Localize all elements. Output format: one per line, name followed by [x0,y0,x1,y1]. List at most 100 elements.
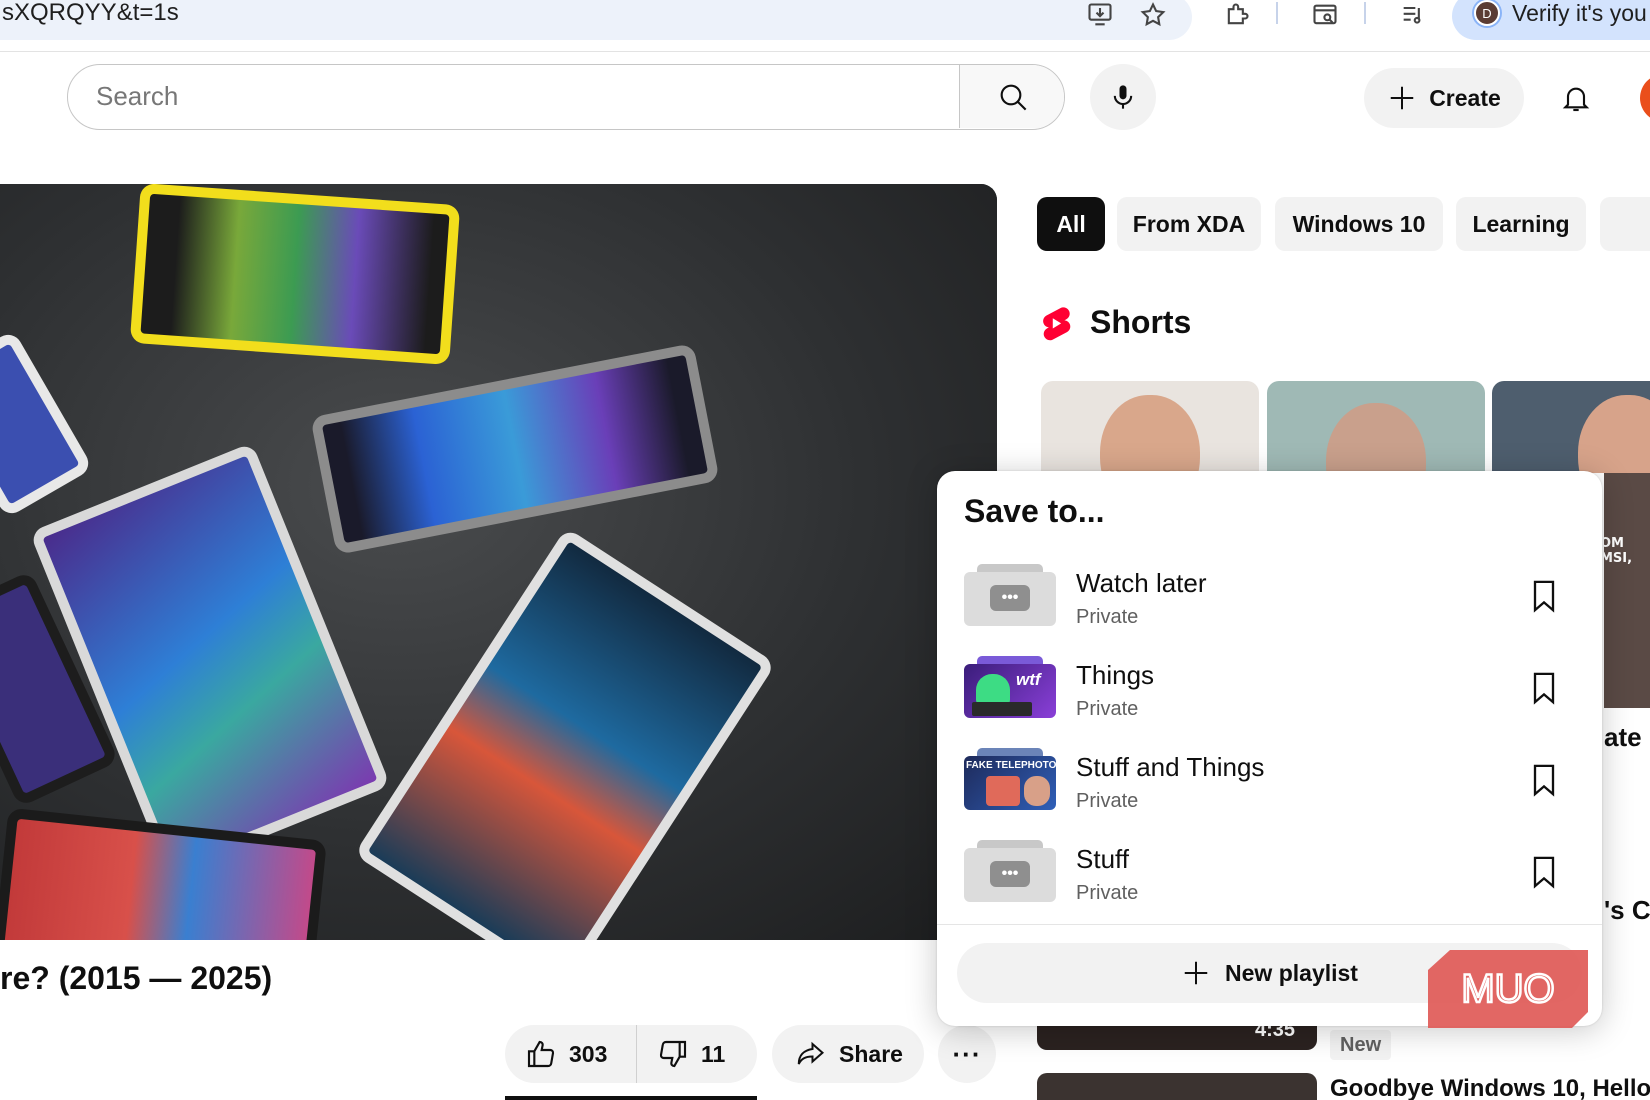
ellipsis-icon: ••• [990,585,1030,611]
bookmark-icon[interactable] [1528,854,1560,890]
chip-label: Windows 10 [1292,210,1426,237]
create-label: Create [1429,84,1501,111]
chip-windows-10[interactable]: Windows 10 [1275,197,1443,251]
thumbs-down-icon [659,1040,687,1068]
svg-text:MUO: MUO [1461,967,1554,1011]
android-icon [976,674,1010,704]
playlist-row-watch-later[interactable]: ••• Watch later Private [937,560,1602,650]
address-bar[interactable] [0,0,1192,40]
dislike-button[interactable]: 11 [637,1025,725,1083]
short-thumbnail[interactable] [1267,381,1485,473]
dialog-title: Save to... [964,493,1105,529]
share-label: Share [839,1040,903,1067]
muo-watermark-logo: MUO [1428,950,1588,1028]
search-input[interactable] [68,65,958,128]
face-image [1100,395,1200,473]
wtf-thumb-text: wtf [1016,670,1041,689]
thumb-stack [977,656,1043,664]
share-arrow-icon [797,1041,825,1065]
related-video-thumbnail[interactable] [1037,1073,1317,1100]
shorts-title: Shorts [1090,304,1192,340]
bookmark-icon[interactable] [1528,670,1560,706]
browser-toolbar: sXQRQYY&t=1s D Verify it's you [0,0,1650,52]
chip-learning[interactable]: Learning [1456,197,1586,251]
keyboard-image [972,702,1032,716]
voice-search-button[interactable] [1090,64,1156,130]
bell-icon [1562,87,1590,112]
more-actions-button[interactable]: ··· [938,1025,996,1083]
chip-label: From XDA [1132,210,1246,237]
playlist-name: Watch later [1076,568,1207,598]
face-image [1578,395,1650,473]
search-icon [1000,84,1026,110]
reading-list-icon[interactable] [1396,0,1430,30]
dislike-count: 11 [701,1040,726,1067]
short-title-fragment: ate [1604,722,1642,752]
bookmark-icon[interactable] [1528,578,1560,614]
chip-label: Learning [1472,210,1570,237]
playlist-thumbnail: ••• [964,572,1056,626]
like-count: 303 [569,1040,608,1067]
short-caption: OM MSI, [1600,536,1633,566]
playlist-thumbnail: ••• [964,848,1056,902]
search-button[interactable] [959,65,1064,128]
chip-all[interactable]: All [1037,197,1105,251]
account-avatar[interactable] [1640,74,1650,122]
video-title: re? (2015 — 2025) [0,960,273,996]
toolbar-separator [1276,2,1278,24]
short-title-fragment: 's Ca [1604,895,1650,925]
face-image [1024,776,1050,806]
share-button[interactable]: Share [772,1025,924,1083]
shorts-logo-icon [1043,307,1071,341]
playlist-privacy: Private [1076,606,1139,628]
playlist-thumbnail: FAKE TELEPHOTO [964,756,1056,810]
playlist-row-stuff[interactable]: ••• Stuff Private [937,836,1602,926]
short-thumbnail[interactable] [1041,381,1259,473]
extensions-icon[interactable] [1220,0,1254,30]
chip-overflow[interactable] [1600,197,1650,251]
address-bar-url[interactable]: sXQRQYY&t=1s [2,0,179,26]
new-playlist-label: New playlist [1225,959,1358,986]
short-thumbnail[interactable] [1492,381,1650,473]
playlist-privacy: Private [1076,790,1139,812]
dialog-divider [937,924,1602,925]
plus-icon [1184,961,1208,985]
playlist-thumbnail: wtf [964,664,1056,718]
search-bar [67,64,1065,130]
video-player[interactable]: [ ] [0,184,997,940]
tab-search-icon[interactable] [1308,0,1342,30]
verify-label: Verify it's you [1512,0,1647,26]
new-badge: New [1330,1030,1392,1060]
chip-label: All [1056,210,1086,237]
thumbs-up-icon [527,1040,555,1068]
related-video-title[interactable]: Goodbye Windows 10, Hello [1330,1075,1650,1100]
playlist-name: Things [1076,660,1155,690]
thumb-stack [977,840,1043,848]
phone-image [129,184,461,365]
more-dots-icon: ··· [952,1038,982,1069]
short-thumbnail-edge[interactable] [1604,473,1650,708]
chip-from-xda[interactable]: From XDA [1117,197,1261,251]
plus-icon [1390,86,1414,110]
phone-image [986,776,1020,806]
playlist-row-things[interactable]: wtf Things Private [937,652,1602,742]
like-button[interactable]: 303 [505,1025,637,1083]
install-app-icon[interactable] [1083,0,1117,30]
playlist-privacy: Private [1076,698,1139,720]
create-button[interactable]: Create [1364,68,1524,128]
playlist-privacy: Private [1076,882,1139,904]
save-to-playlist-dialog: Save to... ••• Watch later Private wtf T… [937,471,1602,1026]
bookmark-icon[interactable] [1528,762,1560,798]
microphone-icon [1113,85,1133,109]
bookmark-star-icon[interactable] [1136,0,1170,30]
thumb-stack [977,564,1043,572]
thumb-stack [977,748,1043,756]
playlist-name: Stuff [1076,844,1130,874]
ellipsis-icon: ••• [990,861,1030,887]
playlist-name: Stuff and Things [1076,752,1265,782]
notifications-button[interactable] [1548,70,1604,126]
fake-telephoto-thumb-text: FAKE TELEPHOTO [966,760,1056,771]
underline-bar [505,1096,757,1100]
face-image [1326,403,1426,473]
playlist-row-stuff-and-things[interactable]: FAKE TELEPHOTO Stuff and Things Private [937,744,1602,834]
